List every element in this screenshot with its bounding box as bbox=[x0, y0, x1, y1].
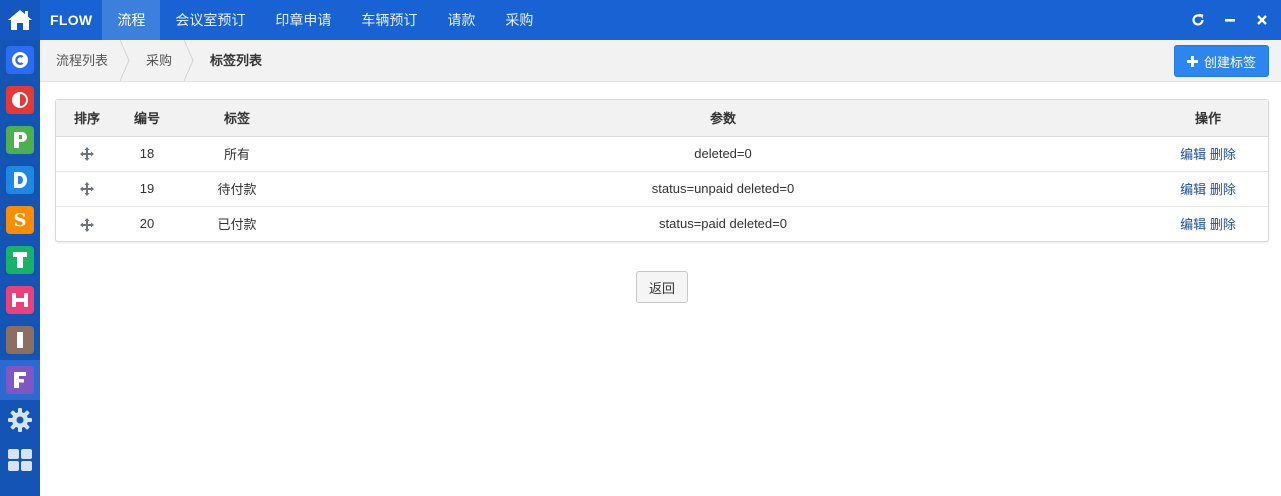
cell-tag: 待付款 bbox=[217, 182, 257, 197]
cell-params: status=paid deleted=0 bbox=[659, 216, 787, 232]
cell-tag: 已付款 bbox=[217, 217, 257, 233]
table-header-row: 排序 编号 标签 参数 操作 bbox=[56, 100, 1268, 137]
top-bar: FLOW 流程 会议室预订 印章申请 车辆预订 请款 采购 bbox=[40, 0, 1281, 40]
tag-table: 排序 编号 标签 参数 操作 18 所有 deleted=0 编辑 删除 19 … bbox=[56, 100, 1268, 241]
cell-ops: 编辑 删除 bbox=[1148, 206, 1268, 241]
close-button[interactable] bbox=[1253, 11, 1271, 29]
nav-item-vehicle[interactable]: 车辆预订 bbox=[346, 0, 432, 40]
rail-app-grid[interactable] bbox=[0, 440, 40, 480]
app-o-icon bbox=[6, 86, 34, 114]
app-t-icon bbox=[6, 246, 34, 274]
chevron-right-icon bbox=[184, 40, 194, 81]
refresh-button[interactable] bbox=[1189, 11, 1207, 29]
gear-icon bbox=[8, 408, 32, 432]
app-f-icon bbox=[6, 366, 34, 394]
breadcrumb-tag-list: 标签列表 bbox=[210, 53, 263, 68]
cell-ops: 编辑 删除 bbox=[1148, 136, 1268, 171]
app-c-icon bbox=[6, 46, 34, 74]
app-d-icon bbox=[6, 166, 34, 194]
chevron-right-icon bbox=[120, 40, 130, 81]
cell-params: deleted=0 bbox=[694, 146, 752, 161]
rail-app-d[interactable] bbox=[0, 160, 40, 200]
nav-item-flow[interactable]: 流程 bbox=[102, 0, 161, 40]
drag-handle[interactable] bbox=[56, 206, 118, 241]
brand-logo[interactable]: FLOW bbox=[40, 12, 102, 28]
app-s-icon: S bbox=[6, 206, 34, 234]
cell-tag: 所有 bbox=[223, 147, 250, 162]
delete-link[interactable]: 删除 bbox=[1210, 217, 1236, 232]
drag-handle[interactable] bbox=[56, 136, 118, 171]
drag-handle[interactable] bbox=[56, 171, 118, 206]
home-button[interactable] bbox=[0, 0, 40, 40]
minimize-button[interactable] bbox=[1221, 11, 1239, 29]
table-row: 18 所有 deleted=0 编辑 删除 bbox=[56, 136, 1268, 171]
home-icon bbox=[8, 10, 32, 30]
back-button[interactable]: 返回 bbox=[636, 271, 688, 303]
create-tag-button[interactable]: 创建标签 bbox=[1173, 45, 1269, 77]
header-params: 参数 bbox=[298, 100, 1148, 137]
refresh-icon bbox=[1192, 13, 1204, 26]
breadcrumb-purchase[interactable]: 采购 bbox=[130, 40, 184, 81]
cell-params: status=unpaid deleted=0 bbox=[651, 181, 795, 196]
delete-link[interactable]: 删除 bbox=[1210, 147, 1236, 162]
edit-link[interactable]: 编辑 bbox=[1180, 217, 1206, 232]
cell-id: 18 bbox=[139, 146, 155, 161]
nav-item-meeting-room[interactable]: 会议室预订 bbox=[160, 0, 260, 40]
close-icon bbox=[1257, 15, 1267, 25]
move-icon bbox=[80, 182, 94, 197]
move-icon bbox=[80, 147, 94, 162]
rail-app-o[interactable] bbox=[0, 80, 40, 120]
breadcrumb: 流程列表 采购 标签列表 bbox=[40, 40, 1281, 81]
app-i-icon bbox=[6, 326, 34, 354]
rail-app-p[interactable] bbox=[0, 120, 40, 160]
rail-app-f[interactable] bbox=[0, 360, 40, 400]
table-row: 19 待付款 status=unpaid deleted=0 编辑 删除 bbox=[56, 171, 1268, 206]
rail-app-s[interactable]: S bbox=[0, 200, 40, 240]
header-ops: 操作 bbox=[1148, 100, 1268, 137]
grid-icon bbox=[8, 449, 32, 471]
nav-item-seal[interactable]: 印章申请 bbox=[260, 0, 346, 40]
nav-item-purchase[interactable]: 采购 bbox=[490, 0, 548, 40]
rail-app-c[interactable] bbox=[0, 40, 40, 80]
delete-link[interactable]: 删除 bbox=[1210, 182, 1236, 197]
breadcrumb-bar: 流程列表 采购 标签列表 创建标签 bbox=[40, 40, 1281, 82]
move-icon bbox=[80, 217, 94, 232]
header-id: 编号 bbox=[118, 100, 176, 137]
cell-ops: 编辑 删除 bbox=[1148, 171, 1268, 206]
cell-id: 20 bbox=[139, 216, 155, 232]
table-row: 20 已付款 status=paid deleted=0 编辑 删除 bbox=[56, 206, 1268, 241]
create-tag-label: 创建标签 bbox=[1203, 54, 1256, 70]
edit-link[interactable]: 编辑 bbox=[1180, 147, 1206, 162]
header-tag: 标签 bbox=[176, 100, 298, 137]
app-p-icon bbox=[6, 126, 34, 154]
rail-settings[interactable] bbox=[0, 400, 40, 440]
header-order: 排序 bbox=[56, 100, 118, 137]
cell-id: 19 bbox=[139, 181, 155, 196]
edit-link[interactable]: 编辑 bbox=[1180, 182, 1206, 197]
breadcrumb-flow-list[interactable]: 流程列表 bbox=[40, 40, 120, 81]
minimize-icon bbox=[1225, 19, 1235, 22]
rail-app-h[interactable] bbox=[0, 280, 40, 320]
app-h-icon bbox=[6, 286, 34, 314]
main-nav: 流程 会议室预订 印章申请 车辆预订 请款 采购 bbox=[102, 0, 548, 40]
rail-app-i[interactable] bbox=[0, 320, 40, 360]
plus-icon bbox=[1186, 55, 1198, 67]
window-controls bbox=[1189, 0, 1271, 40]
app-rail: S bbox=[0, 0, 40, 496]
nav-item-payment-request[interactable]: 请款 bbox=[432, 0, 490, 40]
tag-table-panel: 排序 编号 标签 参数 操作 18 所有 deleted=0 编辑 删除 19 … bbox=[55, 99, 1269, 242]
rail-app-t[interactable] bbox=[0, 240, 40, 280]
